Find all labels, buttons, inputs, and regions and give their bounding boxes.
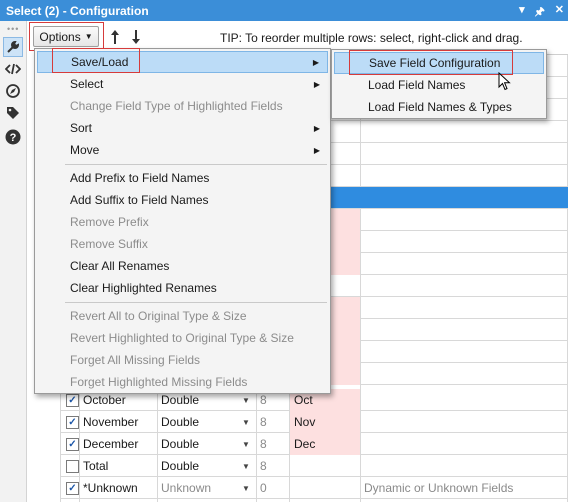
menu-item-label: Remove Prefix: [70, 215, 149, 229]
type-cell[interactable]: Double: [157, 411, 242, 433]
menu-item-label: Save/Load: [71, 55, 129, 69]
menu-item-label: Clear All Renames: [70, 259, 170, 273]
svg-text:?: ?: [10, 132, 17, 144]
row-checkbox[interactable]: ✓: [66, 415, 79, 429]
type-cell[interactable]: Unknown: [157, 477, 242, 499]
menu-item-clear-all-renames[interactable]: Clear All Renames: [37, 255, 328, 277]
menu-item-label: Change Field Type of Highlighted Fields: [70, 99, 283, 113]
chevron-right-icon: ▶: [313, 79, 320, 89]
menu-item-save-load[interactable]: Save/Load ▶: [37, 51, 328, 73]
field-name-cell: November: [83, 415, 139, 429]
field-name-cell: Total: [83, 459, 109, 473]
menu-item-forget-all-missing: Forget All Missing Fields: [37, 349, 328, 371]
menu-item-select[interactable]: Select ▶: [37, 73, 328, 95]
menu-item-label: Select: [70, 77, 104, 91]
menu-item-label: Sort: [70, 121, 93, 135]
tip-text: TIP: To reorder multiple rows: select, r…: [220, 31, 523, 45]
menu-item-label: Clear Highlighted Renames: [70, 281, 217, 295]
left-tool-strip: ••• ?: [0, 21, 27, 502]
chevron-down-icon[interactable]: ▾: [519, 3, 525, 22]
menu-item-save-field-configuration[interactable]: Save Field Configuration: [334, 52, 544, 74]
table-row[interactable]: ✓ December Double ▼ 8 Dec: [60, 433, 568, 455]
menu-item-remove-suffix: Remove Suffix: [37, 233, 328, 255]
description-cell[interactable]: Dynamic or Unknown Fields: [360, 477, 567, 499]
type-cell[interactable]: Double: [157, 433, 242, 455]
menu-item-label: Save Field Configuration: [369, 56, 501, 70]
menu-item-sort[interactable]: Sort ▶: [37, 117, 328, 139]
menu-item-label: Forget All Missing Fields: [70, 353, 201, 367]
menu-item-label: Load Field Names: [368, 78, 466, 92]
menu-item-move[interactable]: Move ▶: [37, 139, 328, 161]
size-cell[interactable]: 8: [256, 455, 289, 477]
menu-item-change-field-type: Change Field Type of Highlighted Fields: [37, 95, 328, 117]
chevron-down-icon: ▼: [84, 32, 93, 41]
size-cell[interactable]: 0: [256, 477, 289, 499]
mouse-cursor-icon: [498, 72, 511, 91]
options-label: Options: [39, 29, 81, 44]
table-row[interactable]: ✓ *Unknown Unknown ▼ 0 Dynamic or Unknow…: [60, 477, 568, 499]
field-name-cell: December: [83, 437, 139, 451]
chevron-right-icon: ▶: [312, 57, 319, 67]
menu-item-forget-highlighted-missing: Forget Highlighted Missing Fields: [37, 371, 328, 393]
menu-item-load-field-names[interactable]: Load Field Names: [334, 74, 544, 96]
field-name-cell: *Unknown: [83, 481, 138, 495]
menu-item-load-field-names-types[interactable]: Load Field Names & Types: [334, 96, 544, 118]
drag-handle-icon[interactable]: •••: [7, 24, 19, 34]
row-checkbox[interactable]: [66, 459, 79, 473]
window-title-bar: Select (2) - Configuration ▾ 🖈 ✕: [0, 0, 568, 21]
menu-item-revert-highlighted: Revert Highlighted to Original Type & Si…: [37, 327, 328, 349]
rename-cell[interactable]: [290, 455, 360, 477]
menu-item-label: Remove Suffix: [70, 237, 148, 251]
table-row[interactable]: Total Double ▼ 8: [60, 455, 568, 477]
menu-item-label: Add Suffix to Field Names: [70, 193, 209, 207]
save-load-submenu: Save Field Configuration Load Field Name…: [331, 49, 547, 119]
rename-cell[interactable]: Nov: [290, 411, 360, 433]
wrench-icon[interactable]: [3, 37, 23, 57]
close-icon[interactable]: ✕: [555, 3, 564, 22]
menu-item-label: Revert Highlighted to Original Type & Si…: [70, 331, 294, 345]
menu-item-remove-prefix: Remove Prefix: [37, 211, 328, 233]
row-checkbox[interactable]: ✓: [66, 393, 79, 407]
type-cell[interactable]: Double: [157, 455, 242, 477]
table-row[interactable]: ✓ November Double ▼ 8 Nov: [60, 411, 568, 433]
rename-cell[interactable]: [290, 477, 360, 499]
chevron-down-icon[interactable]: ▼: [240, 413, 252, 431]
chevron-down-icon[interactable]: ▼: [240, 435, 252, 453]
size-cell[interactable]: 8: [256, 411, 289, 433]
window-title: Select (2) - Configuration: [6, 3, 149, 18]
pin-icon[interactable]: 🖈: [535, 3, 545, 22]
chevron-right-icon: ▶: [313, 123, 320, 133]
code-icon[interactable]: [3, 59, 23, 79]
tag-icon[interactable]: [3, 103, 23, 123]
menu-item-add-suffix[interactable]: Add Suffix to Field Names: [37, 189, 328, 211]
chevron-right-icon: ▶: [313, 145, 320, 155]
compass-icon[interactable]: [3, 81, 23, 101]
menu-item-label: Load Field Names & Types: [368, 100, 512, 114]
options-button[interactable]: Options ▼: [33, 26, 99, 47]
menu-item-label: Move: [70, 143, 100, 157]
menu-item-label: Add Prefix to Field Names: [70, 171, 210, 185]
size-cell[interactable]: 8: [256, 433, 289, 455]
row-checkbox[interactable]: ✓: [66, 437, 79, 451]
menu-item-clear-highlighted-renames[interactable]: Clear Highlighted Renames: [37, 277, 328, 299]
chevron-down-icon[interactable]: ▼: [240, 479, 252, 497]
menu-item-label: Revert All to Original Type & Size: [70, 309, 247, 323]
row-checkbox[interactable]: ✓: [66, 481, 79, 495]
menu-separator: [65, 164, 327, 165]
rename-cell[interactable]: Dec: [290, 433, 360, 455]
menu-separator: [65, 302, 327, 303]
help-icon[interactable]: ?: [3, 127, 23, 147]
menu-item-add-prefix[interactable]: Add Prefix to Field Names: [37, 167, 328, 189]
arrow-up-icon[interactable]: [107, 27, 123, 47]
menu-item-revert-all: Revert All to Original Type & Size: [37, 305, 328, 327]
chevron-down-icon[interactable]: ▼: [240, 457, 252, 475]
menu-item-label: Forget Highlighted Missing Fields: [70, 375, 248, 389]
options-menu: Save/Load ▶ Select ▶ Change Field Type o…: [34, 48, 331, 394]
arrow-down-icon[interactable]: [128, 27, 144, 47]
